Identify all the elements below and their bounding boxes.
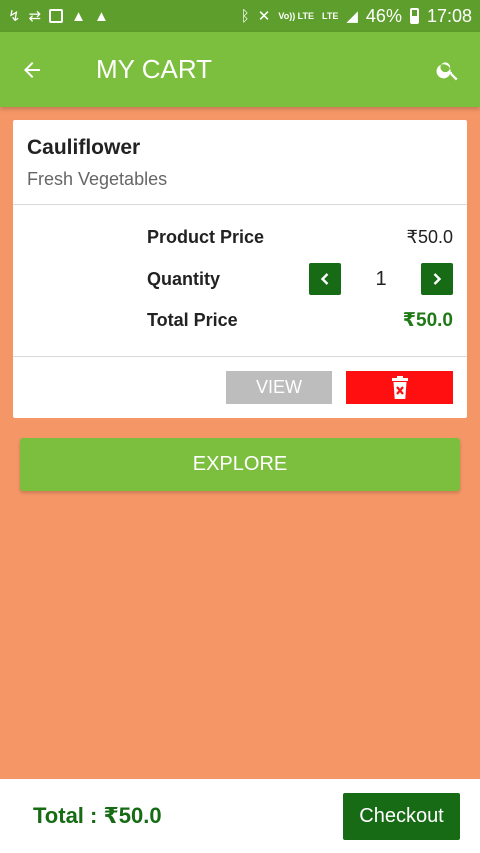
battery-icon bbox=[409, 8, 419, 24]
cart-total: Total : ₹50.0 bbox=[33, 803, 162, 828]
product-price-row: Product Price ₹50.0 bbox=[147, 227, 453, 248]
total-price-value: ₹50.0 bbox=[402, 310, 453, 331]
clock: 17:08 bbox=[426, 5, 472, 26]
product-category: Fresh Vegetables bbox=[27, 169, 168, 189]
chevron-right-icon bbox=[433, 273, 442, 285]
trash-icon bbox=[391, 375, 408, 399]
quantity-stepper: 1 bbox=[309, 263, 453, 295]
cart-item-card: Cauliflower Fresh Vegetables Product Pri… bbox=[13, 120, 467, 418]
status-bar: ↯ ⇄ ▲ ▲ ᛒ ✕ Vo)) LTE LTE ◢ 46% 17:08 bbox=[0, 0, 480, 32]
search-icon[interactable] bbox=[416, 32, 480, 107]
quantity-value: 1 bbox=[375, 267, 387, 290]
quantity-row: Quantity 1 bbox=[147, 263, 453, 295]
status-right-icons: ᛒ ✕ Vo)) LTE LTE ◢ 46% 17:08 bbox=[241, 6, 472, 27]
product-price-value: ₹50.0 bbox=[406, 227, 454, 247]
warning-icon: ▲ bbox=[71, 7, 87, 25]
sync-icon: ⇄ bbox=[28, 7, 42, 25]
product-name: Cauliflower bbox=[27, 136, 141, 159]
quantity-label: Quantity bbox=[147, 268, 221, 289]
increase-quantity-button[interactable] bbox=[421, 263, 453, 295]
cart-item-details: Product Price ₹50.0 Quantity 1 Total Pri… bbox=[13, 205, 467, 357]
product-price-label: Product Price bbox=[147, 227, 265, 247]
lte-icon: LTE bbox=[322, 10, 339, 21]
checkout-button[interactable]: Checkout bbox=[343, 792, 460, 840]
warning-icon: ▲ bbox=[94, 7, 109, 25]
delete-button[interactable] bbox=[346, 371, 453, 404]
missed-call-icon: ↯ bbox=[8, 7, 21, 25]
battery-percent: 46% bbox=[365, 5, 402, 26]
page-title: MY CART bbox=[96, 54, 213, 84]
decrease-quantity-button[interactable] bbox=[309, 263, 341, 295]
signal-icon: ◢ bbox=[346, 7, 358, 25]
volte-icon: Vo)) LTE bbox=[278, 10, 315, 21]
total-price-label: Total Price bbox=[147, 310, 238, 330]
status-left-icons: ↯ ⇄ ▲ ▲ bbox=[8, 9, 109, 24]
cart-footer: Total : ₹50.0 Checkout bbox=[0, 779, 480, 853]
app-bar: MY CART bbox=[0, 32, 480, 107]
cart-item-actions: VIEW bbox=[13, 357, 467, 417]
image-icon bbox=[49, 9, 64, 23]
back-arrow-icon[interactable] bbox=[0, 32, 64, 107]
cart-item-header: Cauliflower Fresh Vegetables bbox=[13, 120, 467, 205]
mute-icon: ✕ bbox=[257, 7, 271, 25]
explore-button[interactable]: EXPLORE bbox=[20, 438, 460, 491]
bluetooth-icon: ᛒ bbox=[240, 7, 250, 25]
view-button[interactable]: VIEW bbox=[226, 371, 332, 404]
total-price-row: Total Price ₹50.0 bbox=[147, 309, 453, 332]
chevron-left-icon bbox=[320, 273, 329, 285]
